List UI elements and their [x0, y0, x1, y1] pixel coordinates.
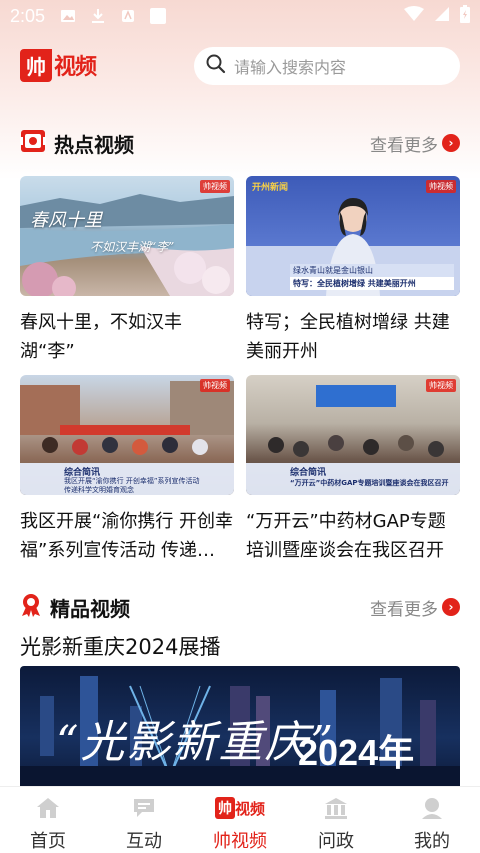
download-notification-icon [89, 7, 107, 25]
video-card[interactable]: 综合简讯 我区开展“渝你携行 开创幸福”系列宣传活动 传递科学文明婚育观念 帅视… [20, 375, 234, 565]
video-thumbnail: 春风十里 不如汉丰湖“李” 帅视频 [20, 176, 234, 296]
video-card[interactable]: 开州新闻 绿水青山就是金山银山 特写：全民植树增绿 共建美丽开州 帅视频 特写；… [246, 176, 460, 366]
nav-item-inquiry[interactable]: 问政 [288, 787, 384, 853]
more-label: 查看更多 [370, 135, 438, 156]
more-label: 查看更多 [370, 599, 438, 620]
hot-more-link[interactable]: 查看更多 › [370, 131, 460, 156]
battery-icon [460, 4, 470, 28]
app-header: 帅 视频 请输入搜索内容 [0, 44, 480, 88]
thumbnail-caption: “万开云”中药材GAP专题培训暨座谈会在我区召开 [290, 479, 449, 487]
nav-item-video[interactable]: 帅 视频 帅视频 [192, 787, 288, 853]
nav-item-home[interactable]: 首页 [0, 787, 96, 853]
status-bar: 2:05 [0, 0, 480, 32]
chevron-right-icon: › [442, 598, 460, 616]
chevron-right-icon: › [442, 134, 460, 152]
hot-section-header: 热点视频 查看更多 › [20, 128, 460, 158]
nav-logo-mark: 帅 [214, 797, 235, 819]
video-thumbnail: 综合简讯 我区开展“渝你携行 开创幸福”系列宣传活动 传递科学文明婚育观念 帅视… [20, 375, 234, 495]
corner-logo: 帅视频 [200, 180, 230, 193]
corner-logo: 帅视频 [426, 180, 456, 193]
video-title: 我区开展“渝你携行 开创幸福”系列宣传活动 传递… [20, 511, 234, 561]
banner-title: “光影新重庆” [56, 717, 335, 768]
featured-more-link[interactable]: 查看更多 › [370, 595, 460, 620]
search-input[interactable]: 请输入搜索内容 [194, 47, 460, 85]
nav-item-profile[interactable]: 我的 [384, 787, 480, 853]
thumbnail-caption: 综合简讯 [290, 468, 327, 478]
nav-label: 首页 [30, 831, 66, 852]
home-icon [35, 797, 61, 819]
channel-tag: 开州新闻 [252, 183, 289, 193]
wifi-icon [404, 5, 424, 27]
banner-year: 2024年 [298, 732, 415, 773]
video-title: 特写；全民植树增绿 共建美丽开州 [246, 312, 450, 362]
video-thumbnail: 综合简讯 “万开云”中药材GAP专题培训暨座谈会在我区召开 帅视频 [246, 375, 460, 495]
video-thumbnail: 开州新闻 绿水青山就是金山银山 特写：全民植树增绿 共建美丽开州 帅视频 [246, 176, 460, 296]
search-icon [206, 54, 226, 78]
thumbnail-caption: 绿水青山就是金山银山 [290, 264, 454, 277]
app-logo: 帅 视频 [20, 48, 97, 82]
government-icon [323, 797, 349, 819]
video-title: 春风十里，不如汉丰湖“李” [20, 312, 182, 362]
search-placeholder: 请输入搜索内容 [234, 58, 347, 77]
nav-label: 帅视频 [213, 831, 267, 852]
logo-text: 视频 [54, 54, 97, 80]
video-title: “万开云”中药材GAP专题培训暨座谈会在我区召开 [246, 511, 446, 561]
user-icon [419, 797, 445, 819]
nav-label: 我的 [414, 831, 450, 852]
thumbnail-caption: 特写：全民植树增绿 共建美丽开州 [290, 277, 454, 290]
nav-logo-text: 视频 [234, 799, 265, 818]
thumbnail-caption: 传递科学文明婚育观念 [64, 486, 134, 494]
section-title: 热点视频 [54, 132, 134, 157]
logo-mark: 帅 [20, 48, 52, 82]
nav-label: 互动 [126, 831, 162, 852]
featured-video-title[interactable]: 光影新重庆2024展播 [20, 631, 220, 661]
video-logo-icon: 帅 视频 [214, 797, 265, 819]
video-card[interactable]: 综合简讯 “万开云”中药材GAP专题培训暨座谈会在我区召开 帅视频 “万开云”中… [246, 375, 460, 565]
section-title: 精品视频 [50, 596, 130, 621]
thumbnail-caption: 不如汉丰湖“李” [90, 240, 175, 254]
square-notification-icon [149, 7, 167, 25]
hot-video-icon [20, 129, 46, 157]
featured-video-banner[interactable]: “光影新重庆” 2024年 [20, 666, 460, 796]
nav-item-interaction[interactable]: 互动 [96, 787, 192, 853]
corner-logo: 帅视频 [200, 379, 230, 392]
corner-logo: 帅视频 [426, 379, 456, 392]
thumbnail-caption: 春风十里 [30, 210, 102, 231]
nav-label: 问政 [318, 831, 354, 852]
image-notification-icon [59, 7, 77, 25]
featured-section-header: 精品视频 查看更多 › [20, 592, 460, 622]
chat-icon [131, 797, 157, 819]
medal-icon [20, 593, 42, 621]
app-notification-icon [119, 7, 137, 25]
video-card[interactable]: 春风十里 不如汉丰湖“李” 帅视频 春风十里，不如汉丰湖“李” [20, 176, 234, 366]
bottom-navigation: 首页 互动 帅 视频 帅视频 问政 我的 [0, 786, 480, 853]
status-time: 2:05 [10, 5, 46, 26]
signal-icon [434, 6, 450, 27]
